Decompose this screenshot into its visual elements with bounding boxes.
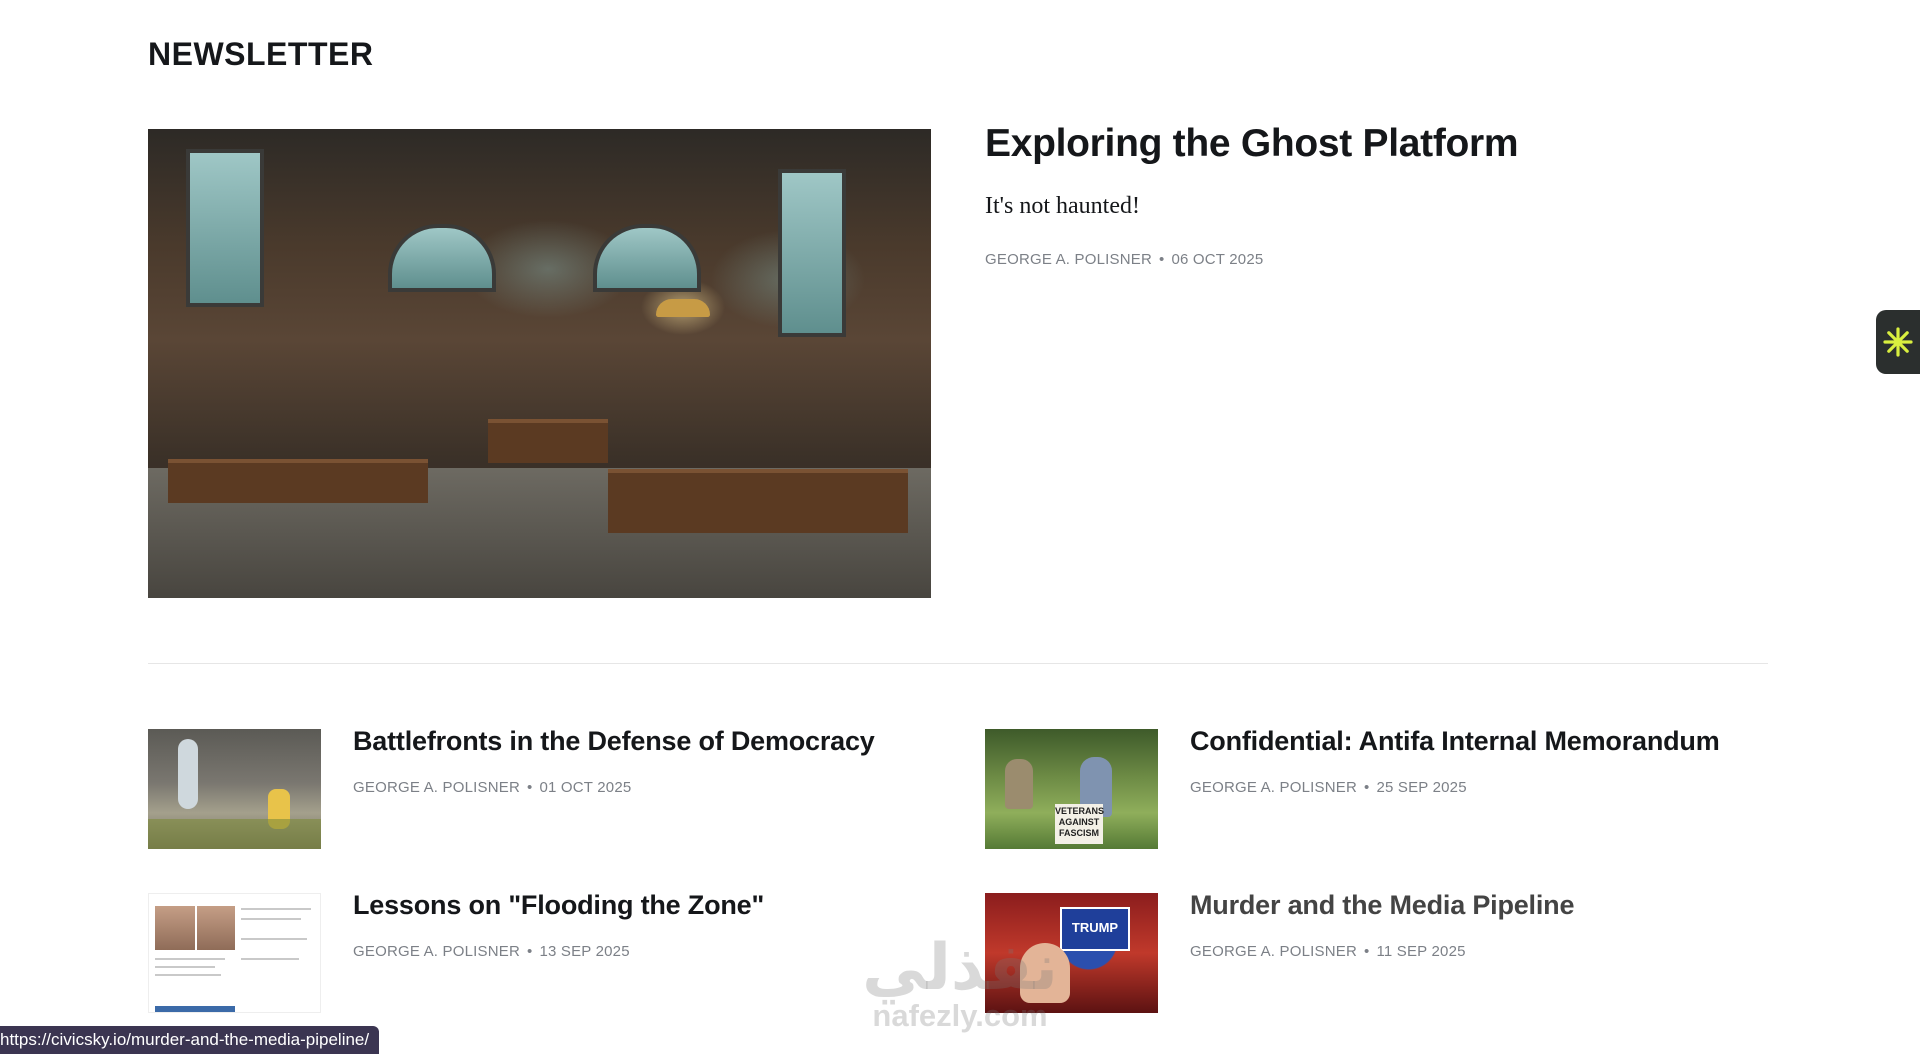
post-thumbnail[interactable] — [148, 893, 321, 1013]
section-divider — [148, 663, 1768, 664]
post-thumbnail[interactable] — [148, 729, 321, 849]
featured-post-title[interactable]: Exploring the Ghost Platform — [985, 122, 1519, 166]
meta-separator: • — [1158, 251, 1165, 268]
post-title[interactable]: Lessons on "Flooding the Zone" — [353, 890, 764, 921]
post-meta: GEORGE A. POLISNER • 11 SEP 2025 — [1190, 943, 1466, 960]
post-date: 06 OCT 2025 — [1171, 251, 1264, 268]
post-meta: GEORGE A. POLISNER • 01 OCT 2025 — [353, 779, 631, 796]
watermark-latin: nafezly.com — [872, 998, 1048, 1033]
post-meta: GEORGE A. POLISNER • 13 SEP 2025 — [353, 943, 630, 960]
section-title: NEWSLETTER — [148, 36, 374, 72]
status-bar-url: https://civicsky.io/murder-and-the-media… — [0, 1026, 380, 1054]
post-date: 01 OCT 2025 — [539, 779, 632, 796]
post-date: 13 SEP 2025 — [539, 943, 630, 960]
post-author[interactable]: GEORGE A. POLISNER — [985, 251, 1152, 268]
featured-post-image[interactable] — [148, 129, 931, 598]
meta-separator: • — [526, 779, 533, 796]
post-author[interactable]: GEORGE A. POLISNER — [353, 943, 520, 960]
watermark: نفذلي nafezly.com — [850, 935, 1070, 1033]
post-author[interactable]: GEORGE A. POLISNER — [1190, 943, 1357, 960]
meta-separator: • — [1363, 779, 1370, 796]
post-author[interactable]: GEORGE A. POLISNER — [1190, 779, 1357, 796]
featured-post-excerpt: It's not haunted! — [985, 193, 1140, 219]
post-date: 11 SEP 2025 — [1376, 943, 1466, 960]
meta-separator: • — [526, 943, 533, 960]
side-widget-button[interactable] — [1876, 310, 1920, 374]
post-author[interactable]: GEORGE A. POLISNER — [353, 779, 520, 796]
post-thumbnail[interactable]: VETERANS AGAINST FASCISM — [985, 729, 1158, 849]
post-title[interactable]: Murder and the Media Pipeline — [1190, 890, 1574, 921]
protest-sign-text: VETERANS AGAINST FASCISM — [1055, 804, 1104, 844]
rally-sign-text: TRUMP — [1060, 907, 1130, 951]
watermark-arabic: نفذلي — [862, 931, 1058, 1003]
post-title[interactable]: Battlefronts in the Defense of Democracy — [353, 726, 875, 757]
asterisk-icon — [1883, 327, 1913, 357]
post-title[interactable]: Confidential: Antifa Internal Memorandum — [1190, 726, 1720, 757]
post-date: 25 SEP 2025 — [1376, 779, 1467, 796]
post-meta: GEORGE A. POLISNER • 25 SEP 2025 — [1190, 779, 1467, 796]
meta-separator: • — [1363, 943, 1370, 960]
featured-post-meta: GEORGE A. POLISNER • 06 OCT 2025 — [985, 251, 1263, 268]
